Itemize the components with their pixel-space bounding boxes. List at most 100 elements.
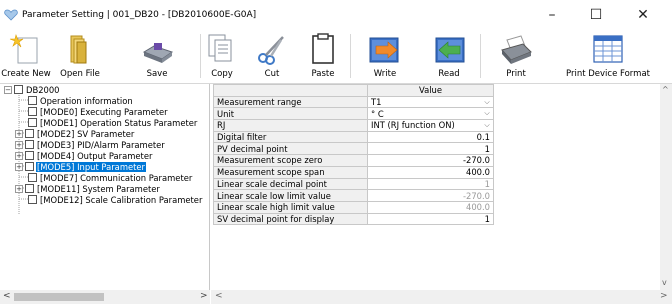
- param-name: Unit: [213, 107, 368, 121]
- grid-row[interactable]: Measurement scope span 400.0: [213, 165, 494, 179]
- tree-node-label: [MODE5] Input Parameter: [36, 161, 147, 172]
- grid-vertical-scrollbar[interactable]: ^ v: [660, 84, 672, 290]
- param-value[interactable]: 0.1: [367, 130, 494, 144]
- scroll-right-icon[interactable]: >: [660, 291, 668, 301]
- dropdown-arrow-icon[interactable]: ⌵: [482, 98, 492, 107]
- tree-node-mode0[interactable]: [MODE0] Executing Parameter: [28, 106, 169, 117]
- dropdown-arrow-icon[interactable]: ⌵: [482, 109, 492, 118]
- tree-node-mode2[interactable]: + [MODE2] SV Parameter: [15, 128, 135, 139]
- print-device-format-button[interactable]: Print Device Format: [556, 30, 660, 84]
- param-name: PV decimal point: [213, 142, 368, 156]
- scissors-icon: [258, 36, 284, 65]
- param-name: Linear scale high limit value: [213, 200, 368, 214]
- grid-row[interactable]: Linear scale decimal point 1: [213, 177, 494, 191]
- scroll-right-icon[interactable]: >: [200, 291, 208, 301]
- tree-node-mode1[interactable]: [MODE1] Operation Status Parameter: [28, 117, 198, 128]
- write-label: Write: [373, 69, 397, 79]
- paste-button[interactable]: Paste: [300, 30, 346, 84]
- param-value-disabled: 1: [367, 177, 494, 191]
- tree-checkbox[interactable]: [14, 85, 23, 94]
- scrollbar-thumb[interactable]: [14, 293, 104, 301]
- param-name: Measurement range: [213, 95, 368, 109]
- grid-row[interactable]: SV decimal point for display 1: [213, 212, 494, 226]
- create-new-button[interactable]: Create New: [0, 30, 52, 84]
- tree-checkbox[interactable]: [25, 151, 34, 160]
- write-button[interactable]: Write: [360, 30, 410, 84]
- param-value[interactable]: -270.0: [367, 154, 494, 167]
- tree-node-mode5-selected[interactable]: + [MODE5] Input Parameter: [15, 161, 147, 172]
- scroll-down-icon[interactable]: v: [662, 278, 667, 287]
- open-file-label: Open File: [60, 69, 100, 79]
- write-to-device-icon: [369, 37, 399, 63]
- grid-row[interactable]: Linear scale low limit value -270.0: [213, 189, 494, 202]
- scroll-left-icon[interactable]: <: [215, 291, 223, 301]
- expand-icon[interactable]: +: [15, 184, 23, 193]
- param-value-select[interactable]: T1 ⌵: [367, 95, 494, 109]
- parameter-tree[interactable]: − DB2000 Operation information [MODE0] E…: [0, 84, 210, 304]
- param-value-select[interactable]: ° C ⌵: [367, 107, 494, 121]
- cut-button[interactable]: Cut: [250, 30, 294, 84]
- param-value-disabled: 400.0: [367, 200, 494, 214]
- read-button[interactable]: Read: [424, 30, 474, 84]
- tree-checkbox[interactable]: [28, 118, 37, 127]
- tree-checkbox[interactable]: [25, 140, 34, 149]
- tree-node-mode4[interactable]: + [MODE4] Output Parameter: [15, 150, 153, 161]
- paste-label: Paste: [311, 69, 335, 79]
- tree-node-label: [MODE12] Scale Calibration Parameter: [40, 194, 203, 205]
- grid-row[interactable]: PV decimal point 1: [213, 142, 494, 156]
- tree-checkbox[interactable]: [25, 162, 34, 171]
- scroll-left-icon[interactable]: <: [3, 291, 11, 301]
- create-new-label: Create New: [1, 69, 51, 79]
- maximize-button[interactable]: ☐: [574, 0, 618, 30]
- toolbar-separator: [350, 34, 351, 78]
- toolbar-separator: [480, 34, 481, 78]
- print-button[interactable]: Print: [496, 30, 536, 84]
- tree-node-label: [MODE3] PID/Alarm Parameter: [37, 139, 165, 150]
- grid-row[interactable]: Linear scale high limit value 400.0: [213, 200, 494, 214]
- param-value-select[interactable]: INT (RJ function ON) ⌵: [367, 119, 494, 132]
- grid-horizontal-scrollbar[interactable]: < >: [211, 290, 672, 304]
- tree-checkbox[interactable]: [28, 195, 37, 204]
- expand-icon[interactable]: +: [15, 162, 23, 171]
- expand-icon[interactable]: +: [15, 151, 23, 160]
- minimize-button[interactable]: –: [530, 0, 574, 30]
- cut-label: Cut: [264, 69, 280, 79]
- grid-row[interactable]: Measurement range T1 ⌵: [213, 95, 494, 109]
- tree-node-operation-information[interactable]: Operation information: [28, 95, 134, 106]
- tree-node-label: [MODE7] Communication Parameter: [40, 172, 193, 183]
- tree-node-root[interactable]: − DB2000: [4, 84, 61, 95]
- tree-node-mode3[interactable]: + [MODE3] PID/Alarm Parameter: [15, 139, 166, 150]
- grid-row[interactable]: RJ INT (RJ function ON) ⌵: [213, 119, 494, 132]
- close-button[interactable]: ✕: [618, 0, 668, 30]
- print-device-format-label: Print Device Format: [566, 69, 650, 79]
- expand-icon[interactable]: +: [15, 140, 23, 149]
- collapse-icon[interactable]: −: [4, 85, 12, 94]
- tree-checkbox[interactable]: [28, 96, 37, 105]
- param-name: Linear scale low limit value: [213, 189, 368, 202]
- grid-row[interactable]: Digital filter 0.1: [213, 130, 494, 144]
- tree-node-mode11[interactable]: + [MODE11] System Parameter: [15, 183, 161, 194]
- tree-checkbox[interactable]: [28, 173, 37, 182]
- tree-node-label: [MODE0] Executing Parameter: [40, 106, 168, 117]
- tree-node-mode12[interactable]: [MODE12] Scale Calibration Parameter: [28, 194, 203, 205]
- tree-checkbox[interactable]: [25, 129, 34, 138]
- grid-row[interactable]: Unit ° C ⌵: [213, 107, 494, 121]
- param-value: ° C: [371, 108, 384, 119]
- expand-icon[interactable]: +: [15, 129, 23, 138]
- dropdown-arrow-icon[interactable]: ⌵: [482, 121, 492, 130]
- param-value: INT (RJ function ON): [371, 120, 455, 131]
- tree-node-label: [MODE11] System Parameter: [37, 183, 160, 194]
- param-value[interactable]: 400.0: [367, 165, 494, 179]
- grid-row[interactable]: Measurement scope zero -270.0: [213, 154, 494, 167]
- param-value[interactable]: 1: [367, 212, 494, 226]
- window-title: Parameter Setting | 001_DB20 - [DB201060…: [22, 10, 257, 20]
- open-file-button[interactable]: Open File: [52, 30, 108, 84]
- param-value[interactable]: 1: [367, 142, 494, 156]
- tree-checkbox[interactable]: [28, 107, 37, 116]
- scroll-up-icon[interactable]: ^: [662, 85, 669, 94]
- save-button[interactable]: Save: [132, 30, 182, 84]
- tree-checkbox[interactable]: [25, 184, 34, 193]
- tree-horizontal-scrollbar[interactable]: < >: [0, 290, 210, 304]
- tree-node-mode7[interactable]: [MODE7] Communication Parameter: [28, 172, 193, 183]
- copy-button[interactable]: Copy: [200, 30, 244, 84]
